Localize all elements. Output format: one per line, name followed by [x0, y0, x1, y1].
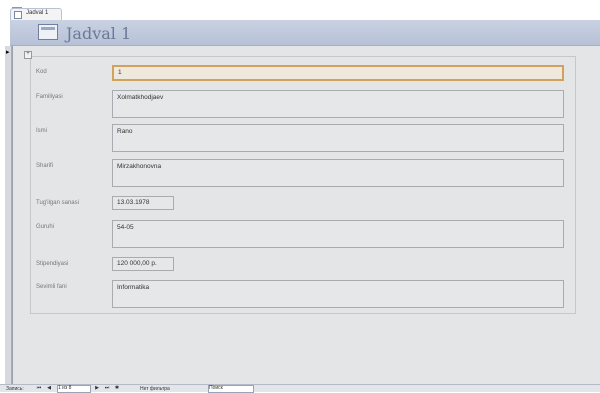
- stipendiyasi-field[interactable]: 120 000,00 p.: [112, 257, 174, 271]
- field-label: Stipendiyasi: [36, 261, 69, 267]
- record-navigation-bar: Запись: ⏮ ◀ 1 из 8 ▶ ⏭ ✱ Нет фильтра Пои…: [0, 384, 600, 393]
- current-record-arrow-icon: ▸: [6, 49, 10, 56]
- kod-field[interactable]: 1: [112, 65, 564, 81]
- layout-selector-icon[interactable]: +: [24, 51, 32, 59]
- sevimli-fani-field[interactable]: Informatika: [112, 280, 564, 308]
- no-filter-indicator[interactable]: Нет фильтра: [140, 386, 170, 392]
- record-label: Запись:: [6, 386, 24, 392]
- field-label: Sevimli fani: [36, 284, 67, 290]
- sharifi-field[interactable]: Mirzakhonovna: [112, 159, 564, 187]
- document-tab-strip: Jadval 1: [0, 0, 600, 22]
- field-label: Tug'ilgan sanasi: [36, 200, 79, 206]
- form-title: Jadval 1: [66, 24, 132, 43]
- form-icon: [38, 24, 58, 40]
- new-record-icon[interactable]: ✱: [114, 386, 120, 391]
- field-label: Familiyasi: [36, 94, 63, 100]
- record-selector[interactable]: ▸: [5, 46, 12, 384]
- form-header: Jadval 1: [10, 20, 600, 46]
- last-record-icon[interactable]: ⏭: [104, 386, 110, 391]
- form-tab-icon: [14, 11, 22, 19]
- field-label: Ismi: [36, 128, 47, 134]
- next-record-icon[interactable]: ▶: [94, 386, 100, 391]
- first-record-icon[interactable]: ⏮: [36, 386, 42, 391]
- field-label: Guruhi: [36, 224, 55, 230]
- familiyasi-field[interactable]: Xolmatkhodjaev: [112, 90, 564, 118]
- field-label: Sharifi: [36, 163, 54, 169]
- field-label: Kod: [36, 69, 47, 75]
- ismi-field[interactable]: Rano: [112, 124, 564, 152]
- tugilgan-sanasi-field[interactable]: 13.03.1978: [112, 196, 174, 210]
- guruhi-field[interactable]: 54-05: [112, 220, 564, 248]
- document-tab-label: Jadval 1: [26, 10, 49, 16]
- previous-record-icon[interactable]: ◀: [46, 386, 52, 391]
